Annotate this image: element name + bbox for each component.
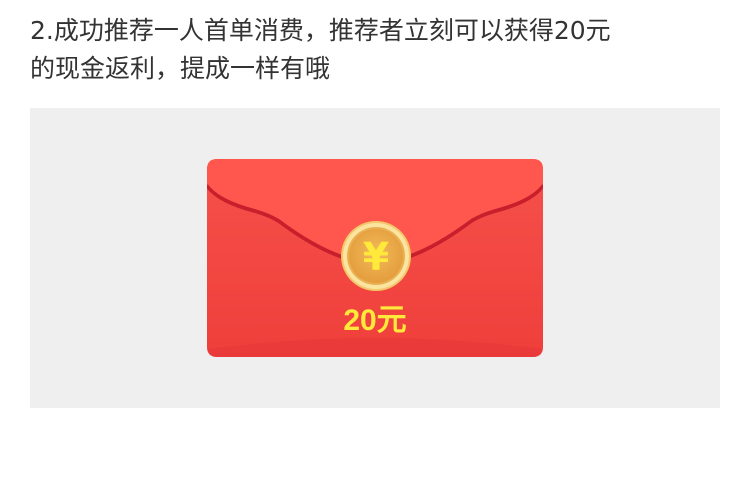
red-packet-envelope[interactable]: ¥ 20元 (207, 159, 543, 357)
yuan-coin-icon: ¥ (341, 221, 411, 291)
coin-symbol: ¥ (363, 235, 389, 279)
description-line-2: 的现金返利，提成一样有哦 (30, 54, 331, 83)
description-line-1: 2.成功推荐一人首单消费，推荐者立刻可以获得20元 (30, 16, 611, 45)
red-packet-panel: ¥ 20元 (30, 108, 720, 408)
description-text: 2.成功推荐一人首单消费，推荐者立刻可以获得20元 的现金返利，提成一样有哦 (30, 12, 710, 88)
red-packet-amount: 20元 (343, 304, 407, 337)
